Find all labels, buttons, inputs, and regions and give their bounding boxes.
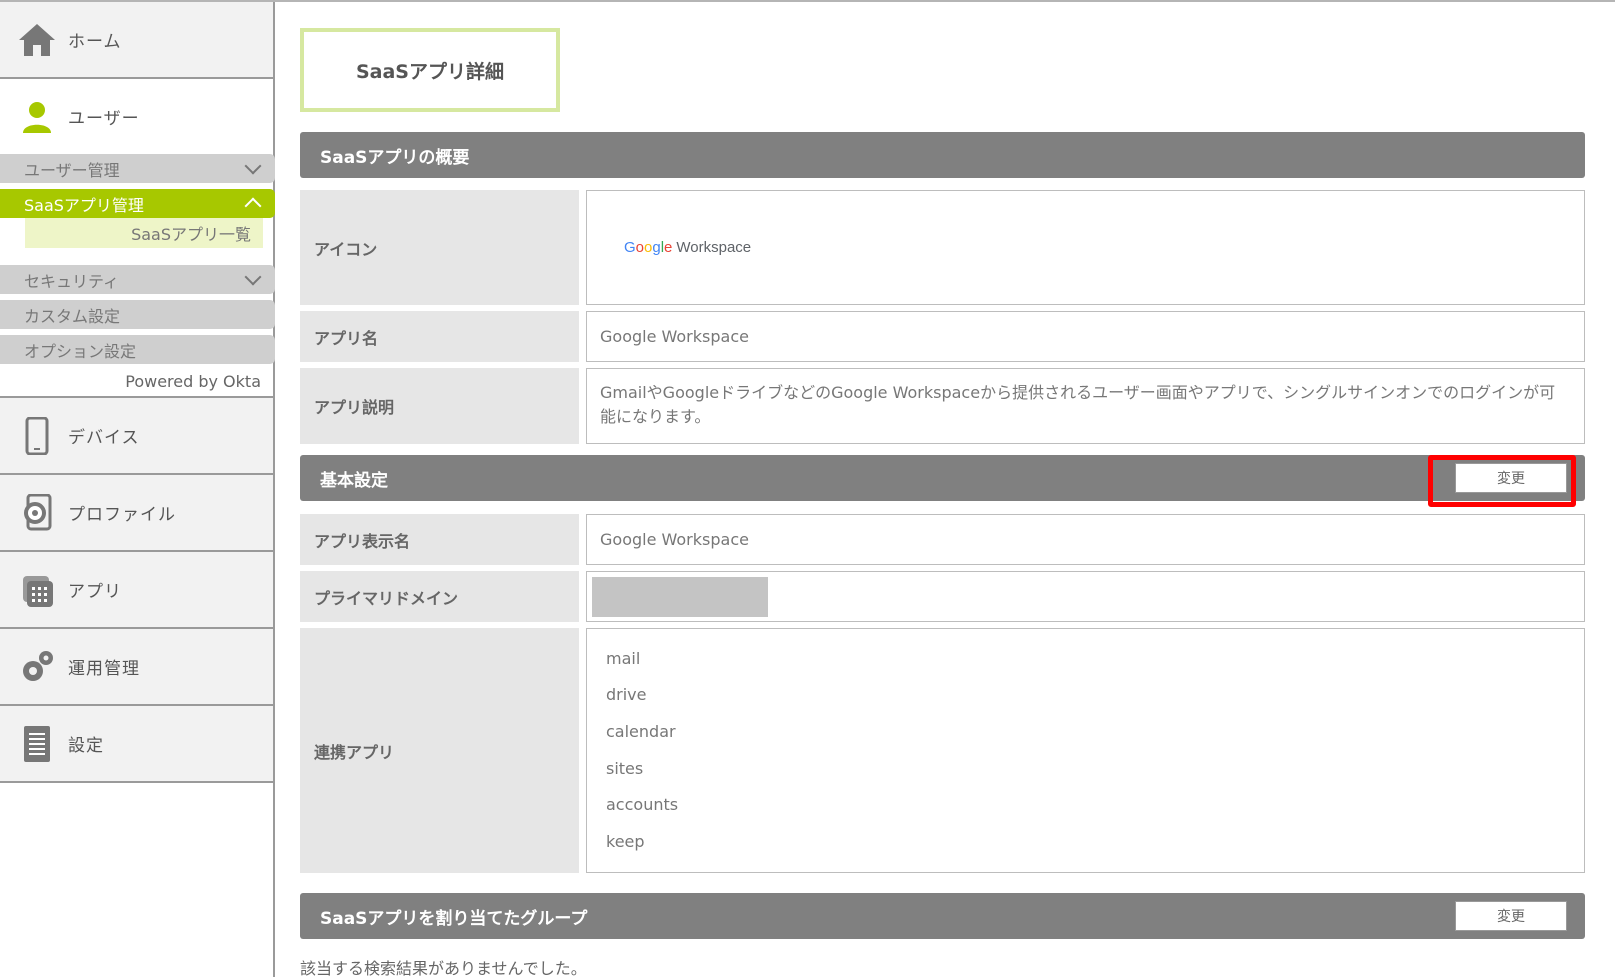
sidebar-item-label: SaaSアプリ管理	[24, 195, 144, 215]
nav-profile[interactable]: プロファイル	[0, 475, 273, 552]
nav-home[interactable]: ホーム	[0, 2, 273, 79]
sidebar-item-saas-management[interactable]: SaaSアプリ管理	[0, 189, 275, 218]
smartphone-icon	[18, 416, 56, 455]
row-primary-domain: プライマリドメイン	[300, 571, 1585, 622]
nav-app-label: アプリ	[68, 582, 122, 602]
powered-by: Powered by Okta	[0, 364, 273, 398]
field-label-primary-domain: プライマリドメイン	[300, 571, 579, 622]
field-label-app-name: アプリ名	[300, 311, 579, 362]
field-label-display-name: アプリ表示名	[300, 514, 579, 565]
main-content: SaaSアプリ詳細 SaaSアプリの概要 アイコン Go o g l e Workspac…	[300, 0, 1585, 977]
sidebar: ホーム ユーザー ユーザー管理 SaaSアプリ管理 SaaSアプリ一覧 セキュリ…	[0, 2, 275, 977]
gears-icon	[18, 648, 56, 686]
row-app-name: アプリ名 Google Workspace	[300, 311, 1585, 362]
nav-profile-label: プロファイル	[68, 505, 176, 525]
chevron-down-icon	[244, 157, 262, 175]
sidebar-item-label: カスタム設定	[24, 306, 121, 326]
nav-settings-label: 設定	[68, 736, 104, 756]
list-item: drive	[606, 685, 647, 705]
field-value-primary-domain	[586, 571, 1585, 622]
nav-operations-label: 運用管理	[68, 659, 140, 679]
sidebar-item-user-management[interactable]: ユーザー管理	[0, 154, 275, 183]
section-title: SaaSアプリの概要	[320, 147, 470, 168]
nav-user-label: ユーザー	[68, 109, 140, 129]
list-item: keep	[606, 831, 645, 851]
section-header-overview: SaaSアプリの概要	[300, 132, 1585, 178]
field-value-icon: Go o g l e Workspace	[586, 190, 1585, 305]
document-icon	[18, 725, 56, 763]
highlight-box	[1428, 455, 1576, 507]
user-icon	[18, 98, 56, 136]
no-result-message: 該当する検索結果がありませんでした。	[300, 959, 587, 977]
row-app-description: アプリ説明 GmailやGoogleドライブなどのGoogle Workspac…	[300, 368, 1585, 444]
nav-app[interactable]: アプリ	[0, 552, 273, 629]
nav-operations[interactable]: 運用管理	[0, 629, 273, 706]
nav-user[interactable]: ユーザー	[0, 79, 273, 154]
field-value-description: GmailやGoogleドライブなどのGoogle Workspaceから提供さ…	[586, 368, 1585, 444]
field-label-icon: アイコン	[300, 190, 579, 305]
sidebar-item-custom-settings[interactable]: カスタム設定	[0, 300, 275, 329]
sidebar-item-option-settings[interactable]: オプション設定	[0, 335, 275, 364]
chevron-down-icon	[244, 268, 262, 286]
section-title: SaaSアプリを割り当てたグループ	[320, 908, 588, 929]
field-label-linked-apps: 連携アプリ	[300, 628, 579, 873]
field-label-description: アプリ説明	[300, 368, 579, 444]
sidebar-item-security[interactable]: セキュリティ	[0, 265, 275, 294]
nav-settings[interactable]: 設定	[0, 706, 273, 783]
field-value-display-name: Google Workspace	[586, 514, 1585, 565]
app-grid-icon	[18, 571, 56, 609]
row-linked-apps: 連携アプリ mail drive calendar sites accounts…	[300, 628, 1585, 873]
nav-home-label: ホーム	[68, 32, 122, 52]
field-value-app-name: Google Workspace	[586, 311, 1585, 362]
list-item: sites	[606, 758, 644, 778]
page-title: SaaSアプリ詳細	[300, 28, 560, 112]
sidebar-item-label: セキュリティ	[24, 271, 120, 291]
section-header-groups: SaaSアプリを割り当てたグループ 変更	[300, 893, 1585, 939]
sidebar-item-saas-list[interactable]: SaaSアプリ一覧	[25, 218, 263, 248]
list-item: accounts	[606, 795, 679, 815]
masked-value	[592, 576, 768, 617]
nav-device[interactable]: デバイス	[0, 398, 273, 475]
section-title: 基本設定	[320, 470, 388, 491]
section-header-basic: 基本設定 変更	[300, 455, 1585, 501]
row-icon: アイコン Go o g l e Workspace	[300, 190, 1585, 305]
google-workspace-logo: Go o g l e Workspace	[624, 239, 752, 256]
sidebar-item-label: オプション設定	[24, 341, 137, 361]
sidebar-item-label: ユーザー管理	[24, 160, 120, 180]
nav-device-label: デバイス	[68, 428, 140, 448]
row-display-name: アプリ表示名 Google Workspace	[300, 514, 1585, 565]
list-item: mail	[606, 648, 641, 668]
linked-apps-list: mail drive calendar sites accounts keep	[586, 628, 1585, 873]
change-groups-button[interactable]: 変更	[1455, 901, 1567, 931]
list-item: calendar	[606, 721, 676, 741]
home-icon	[18, 21, 56, 59]
chevron-up-icon	[244, 197, 262, 215]
profile-gear-icon	[18, 493, 56, 532]
